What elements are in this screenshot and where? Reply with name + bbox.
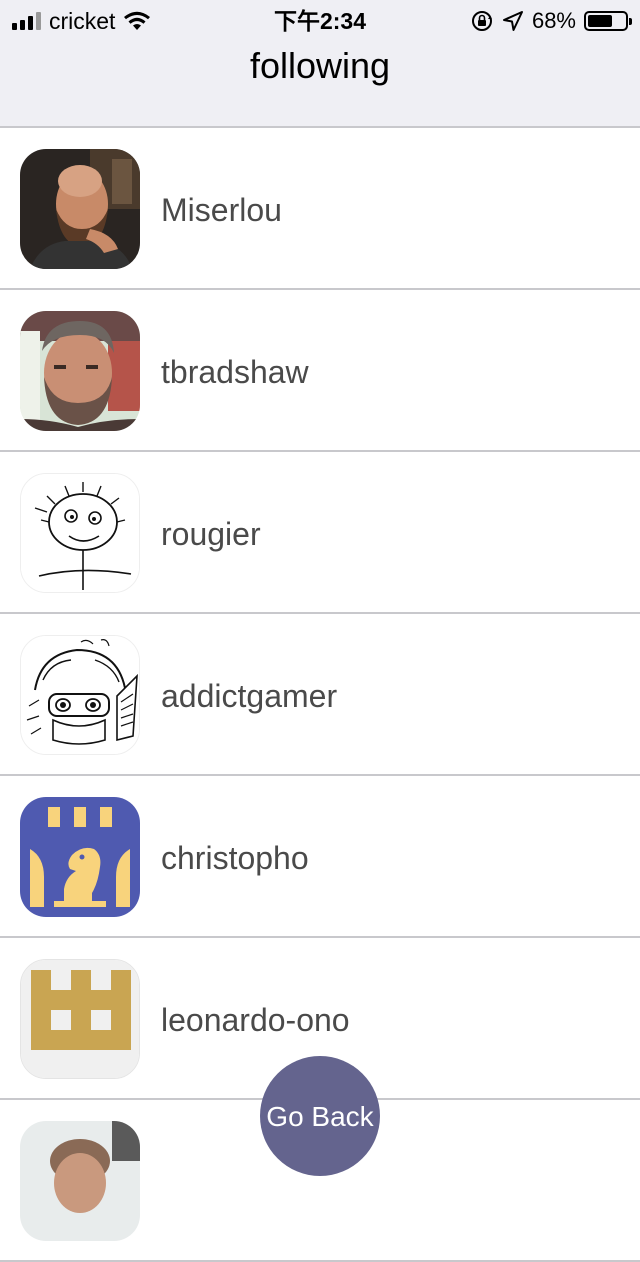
photo-avatar-icon: [20, 311, 140, 431]
username[interactable]: Miserlou: [161, 190, 282, 230]
avatar: [20, 1121, 140, 1241]
list-item[interactable]: Miserlou: [0, 128, 640, 290]
identicon-avatar-icon: [21, 960, 139, 1078]
status-right: 68%: [470, 8, 632, 34]
battery-level-fill: [588, 15, 612, 27]
avatar: [20, 635, 140, 755]
avatar: [20, 311, 140, 431]
battery-icon: [584, 11, 632, 31]
battery-percent: 68%: [531, 8, 576, 33]
sketch-character-avatar-icon: [21, 636, 139, 754]
photo-avatar-icon: [20, 1121, 140, 1241]
avatar: [20, 797, 140, 917]
photo-avatar-icon: [20, 149, 140, 269]
list-item[interactable]: rougier: [0, 452, 640, 614]
username[interactable]: addictgamer: [161, 676, 337, 716]
sketch-face-avatar-icon: [21, 474, 139, 592]
location-arrow-icon: [502, 11, 523, 31]
username[interactable]: christopho: [161, 838, 309, 878]
page-title: following: [249, 45, 391, 86]
username[interactable]: rougier: [161, 514, 261, 554]
username[interactable]: tbradshaw: [161, 352, 309, 392]
avatar: [20, 959, 140, 1079]
username[interactable]: leonardo-ono: [161, 1000, 350, 1040]
list-item[interactable]: addictgamer: [0, 614, 640, 776]
list-item[interactable]: tbradshaw: [0, 290, 640, 452]
list-item[interactable]: christopho: [0, 776, 640, 938]
avatar: [20, 473, 140, 593]
chess-rook-knight-avatar-icon: [20, 797, 140, 917]
orientation-lock-icon: [471, 11, 492, 31]
status-bar: cricket 下午2:34 68%: [0, 0, 640, 40]
header: cricket 下午2:34 68% following: [0, 0, 640, 128]
go-back-label: Go Back: [266, 1101, 374, 1132]
avatar: [20, 149, 140, 269]
go-back-button[interactable]: Go Back: [260, 1056, 380, 1176]
